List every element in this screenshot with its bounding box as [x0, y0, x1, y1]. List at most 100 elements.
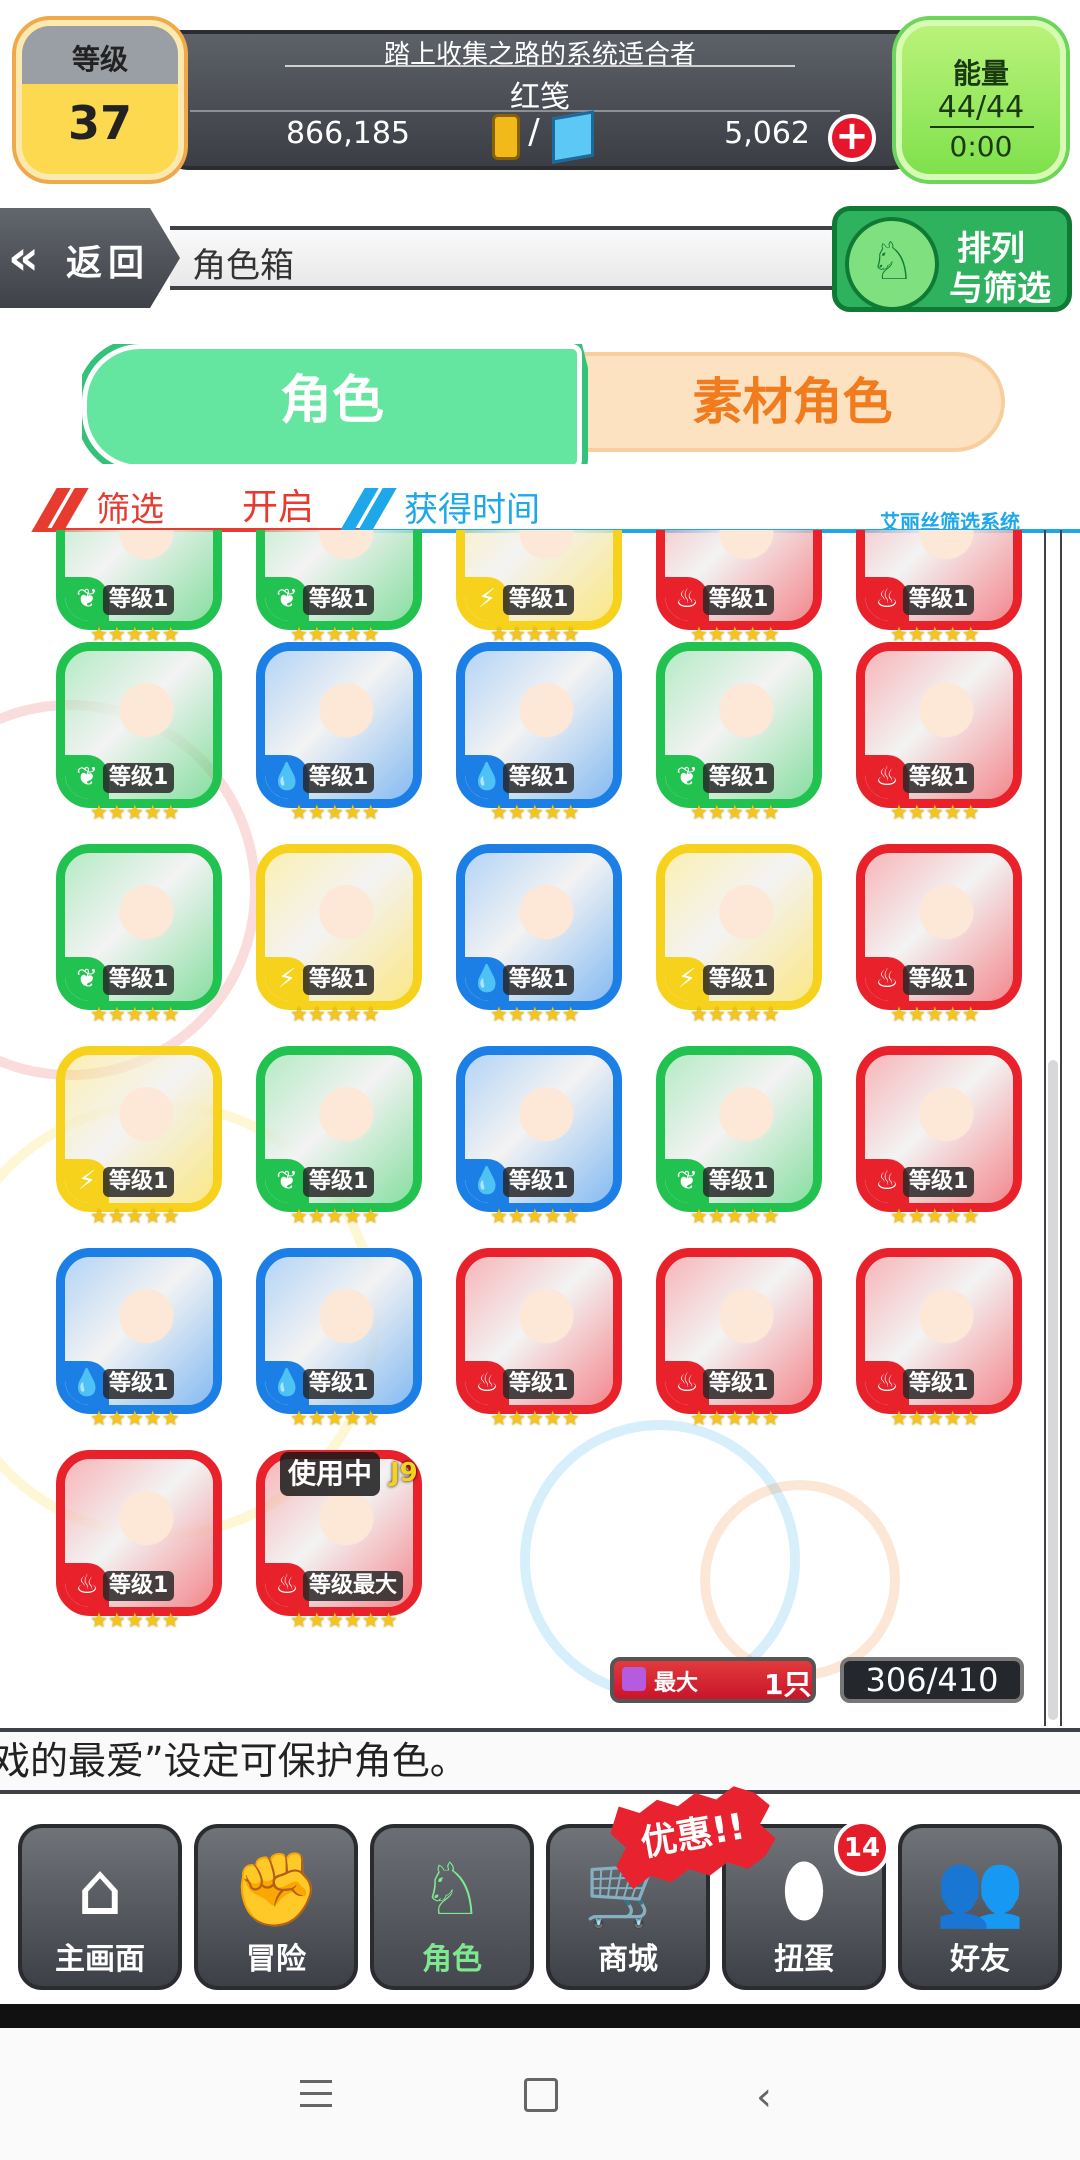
character-level: 等级1: [903, 585, 975, 615]
gem-icon: [552, 110, 594, 164]
filter-state[interactable]: 开启: [242, 478, 314, 530]
rarity-stars: ★★★★★: [490, 1406, 580, 1430]
character-level: 等级1: [703, 763, 775, 793]
rarity-stars: ★★★★★: [290, 1204, 380, 1228]
character-level: 等级1: [303, 965, 375, 995]
currency-separator: /: [528, 112, 540, 152]
tab-material-characters[interactable]: 素材角色: [520, 352, 1005, 452]
rarity-stars: ★★★★★: [290, 622, 380, 646]
rarity-stars: ★★★★★: [90, 1608, 180, 1632]
character-level: 等级1: [503, 1167, 575, 1197]
rarity-stars: ★★★★★: [890, 800, 980, 824]
character-card[interactable]: 💧 等级1: [456, 1046, 622, 1212]
notification-badge: 14: [834, 1820, 890, 1876]
menu-icon[interactable]: [300, 2080, 332, 2108]
rarity-stars: ★★★★★: [90, 1002, 180, 1026]
character-level: 等级1: [703, 965, 775, 995]
character-card[interactable]: ❦ 等级1: [656, 642, 822, 808]
back-label: 返回: [66, 243, 151, 284]
corner-tag: J9: [390, 1458, 418, 1488]
nav-label: 扭蛋: [774, 1942, 834, 1977]
buy-gems-button[interactable]: +: [828, 114, 876, 162]
character-card[interactable]: ⚡ 等级1: [656, 844, 822, 1010]
nav-home[interactable]: ⌂ 主画面: [18, 1824, 182, 1990]
character-card[interactable]: ⚡ 等级1: [56, 1046, 222, 1212]
character-card[interactable]: ♨ 等级1: [656, 1248, 822, 1414]
player-header: 踏上收集之路的系统适合者 红笺 866,185 / 5,062 + 等级 37 …: [0, 0, 1080, 180]
character-card[interactable]: ♨ 等级1: [456, 1248, 622, 1414]
tab-characters[interactable]: 角色: [82, 344, 582, 464]
character-card[interactable]: ❦ 等级1: [256, 530, 422, 630]
back-button[interactable]: « 返回: [0, 208, 180, 308]
rarity-stars: ★★★★★: [490, 1204, 580, 1228]
character-card[interactable]: ♨ 等级1: [856, 642, 1022, 808]
character-level: 等级1: [503, 965, 575, 995]
rarity-stars: ★★★★★: [290, 800, 380, 824]
max-icon: [622, 1667, 646, 1691]
character-card[interactable]: ❦ 等级1: [656, 1046, 822, 1212]
handshake-icon: ✊: [231, 1847, 321, 1931]
max-label: 最大: [654, 1671, 699, 1696]
rarity-stars: ★★★★★: [690, 622, 780, 646]
nav-handshake[interactable]: ✊ 冒险: [194, 1824, 358, 1990]
character-card[interactable]: ♨ 等级1: [856, 530, 1022, 630]
hint-ticker: 戏的最爱”设定可保护角色。: [0, 1728, 1080, 1794]
character-card[interactable]: 💧 等级1: [456, 844, 622, 1010]
home-square-icon[interactable]: [524, 2078, 558, 2112]
character-level: 等级1: [503, 585, 575, 615]
player-name: 红笺: [510, 80, 570, 115]
nav-label: 角色: [422, 1942, 482, 1977]
page-title: 角色箱: [192, 246, 294, 286]
rarity-stars: ★★★★★: [290, 1406, 380, 1430]
character-card[interactable]: 💧 等级1: [456, 642, 622, 808]
level-label: 等级: [71, 43, 128, 76]
divider: [930, 126, 1034, 128]
back-arrow-icon[interactable]: ‹: [756, 2074, 772, 2120]
character-card[interactable]: ❦ 等级1: [56, 530, 222, 630]
energy-label: 能量: [952, 57, 1009, 90]
nav-rabbit[interactable]: ♘ 角色: [370, 1824, 534, 1990]
character-card[interactable]: ⚡ 等级1: [456, 530, 622, 630]
character-card[interactable]: 💧 等级1: [256, 642, 422, 808]
sort-filter-button[interactable]: ♘ 排列 与筛选: [832, 206, 1072, 312]
character-card[interactable]: ♨ 等级1: [56, 1450, 222, 1616]
nav-label: 主画面: [55, 1942, 145, 1977]
rarity-stars: ★★★★★: [290, 1002, 380, 1026]
rarity-stars: ★★★★★: [690, 1002, 780, 1026]
in-use-badge: 使用中: [280, 1452, 381, 1496]
character-card[interactable]: ♨ 等级1: [656, 530, 822, 630]
character-level: 等级1: [103, 585, 175, 615]
scrollbar-thumb[interactable]: [1048, 1060, 1058, 1720]
rarity-stars: ★★★★★: [90, 622, 180, 646]
rarity-stars: ★★★★★: [490, 622, 580, 646]
sort-order-label[interactable]: 获得时间: [404, 482, 540, 531]
nav-friends[interactable]: 👥 好友: [898, 1824, 1062, 1990]
character-card[interactable]: ⚡ 等级1: [256, 844, 422, 1010]
energy-timer: 0:00: [949, 130, 1013, 163]
rarity-stars: ★★★★★: [490, 800, 580, 824]
character-card[interactable]: ♨ 等级1: [856, 844, 1022, 1010]
character-card[interactable]: ❦ 等级1: [256, 1046, 422, 1212]
rarity-stars: ★★★★★: [890, 1002, 980, 1026]
character-card[interactable]: ♨ 等级1: [856, 1046, 1022, 1212]
gem-amount: 5,062: [724, 116, 810, 151]
character-card[interactable]: ❦ 等级1: [56, 642, 222, 808]
character-level: 等级1: [303, 763, 375, 793]
character-card[interactable]: ❦ 等级1: [56, 844, 222, 1010]
character-level: 等级1: [903, 763, 975, 793]
character-level: 等级1: [703, 585, 775, 615]
character-card[interactable]: 💧 等级1: [256, 1248, 422, 1414]
character-level: 等级1: [103, 965, 175, 995]
bottom-navigation: ⌂ 主画面 ✊ 冒险 ♘ 角色 🛒 商城 ⬮ 扭蛋 👥 好友: [0, 1794, 1080, 2004]
character-card[interactable]: ♨ 等级1: [856, 1248, 1022, 1414]
energy-value: 44/44: [937, 90, 1025, 125]
character-level: 等级1: [703, 1369, 775, 1399]
character-level: 等级1: [103, 1369, 175, 1399]
level-badge: 等级 37: [16, 20, 184, 180]
filter-label[interactable]: 筛选: [96, 482, 164, 531]
level-value: 37: [67, 96, 132, 150]
character-card[interactable]: 💧 等级1: [56, 1248, 222, 1414]
character-level: 等级1: [903, 965, 975, 995]
gold-amount: 866,185: [285, 116, 410, 151]
character-level: 等级1: [703, 1167, 775, 1197]
